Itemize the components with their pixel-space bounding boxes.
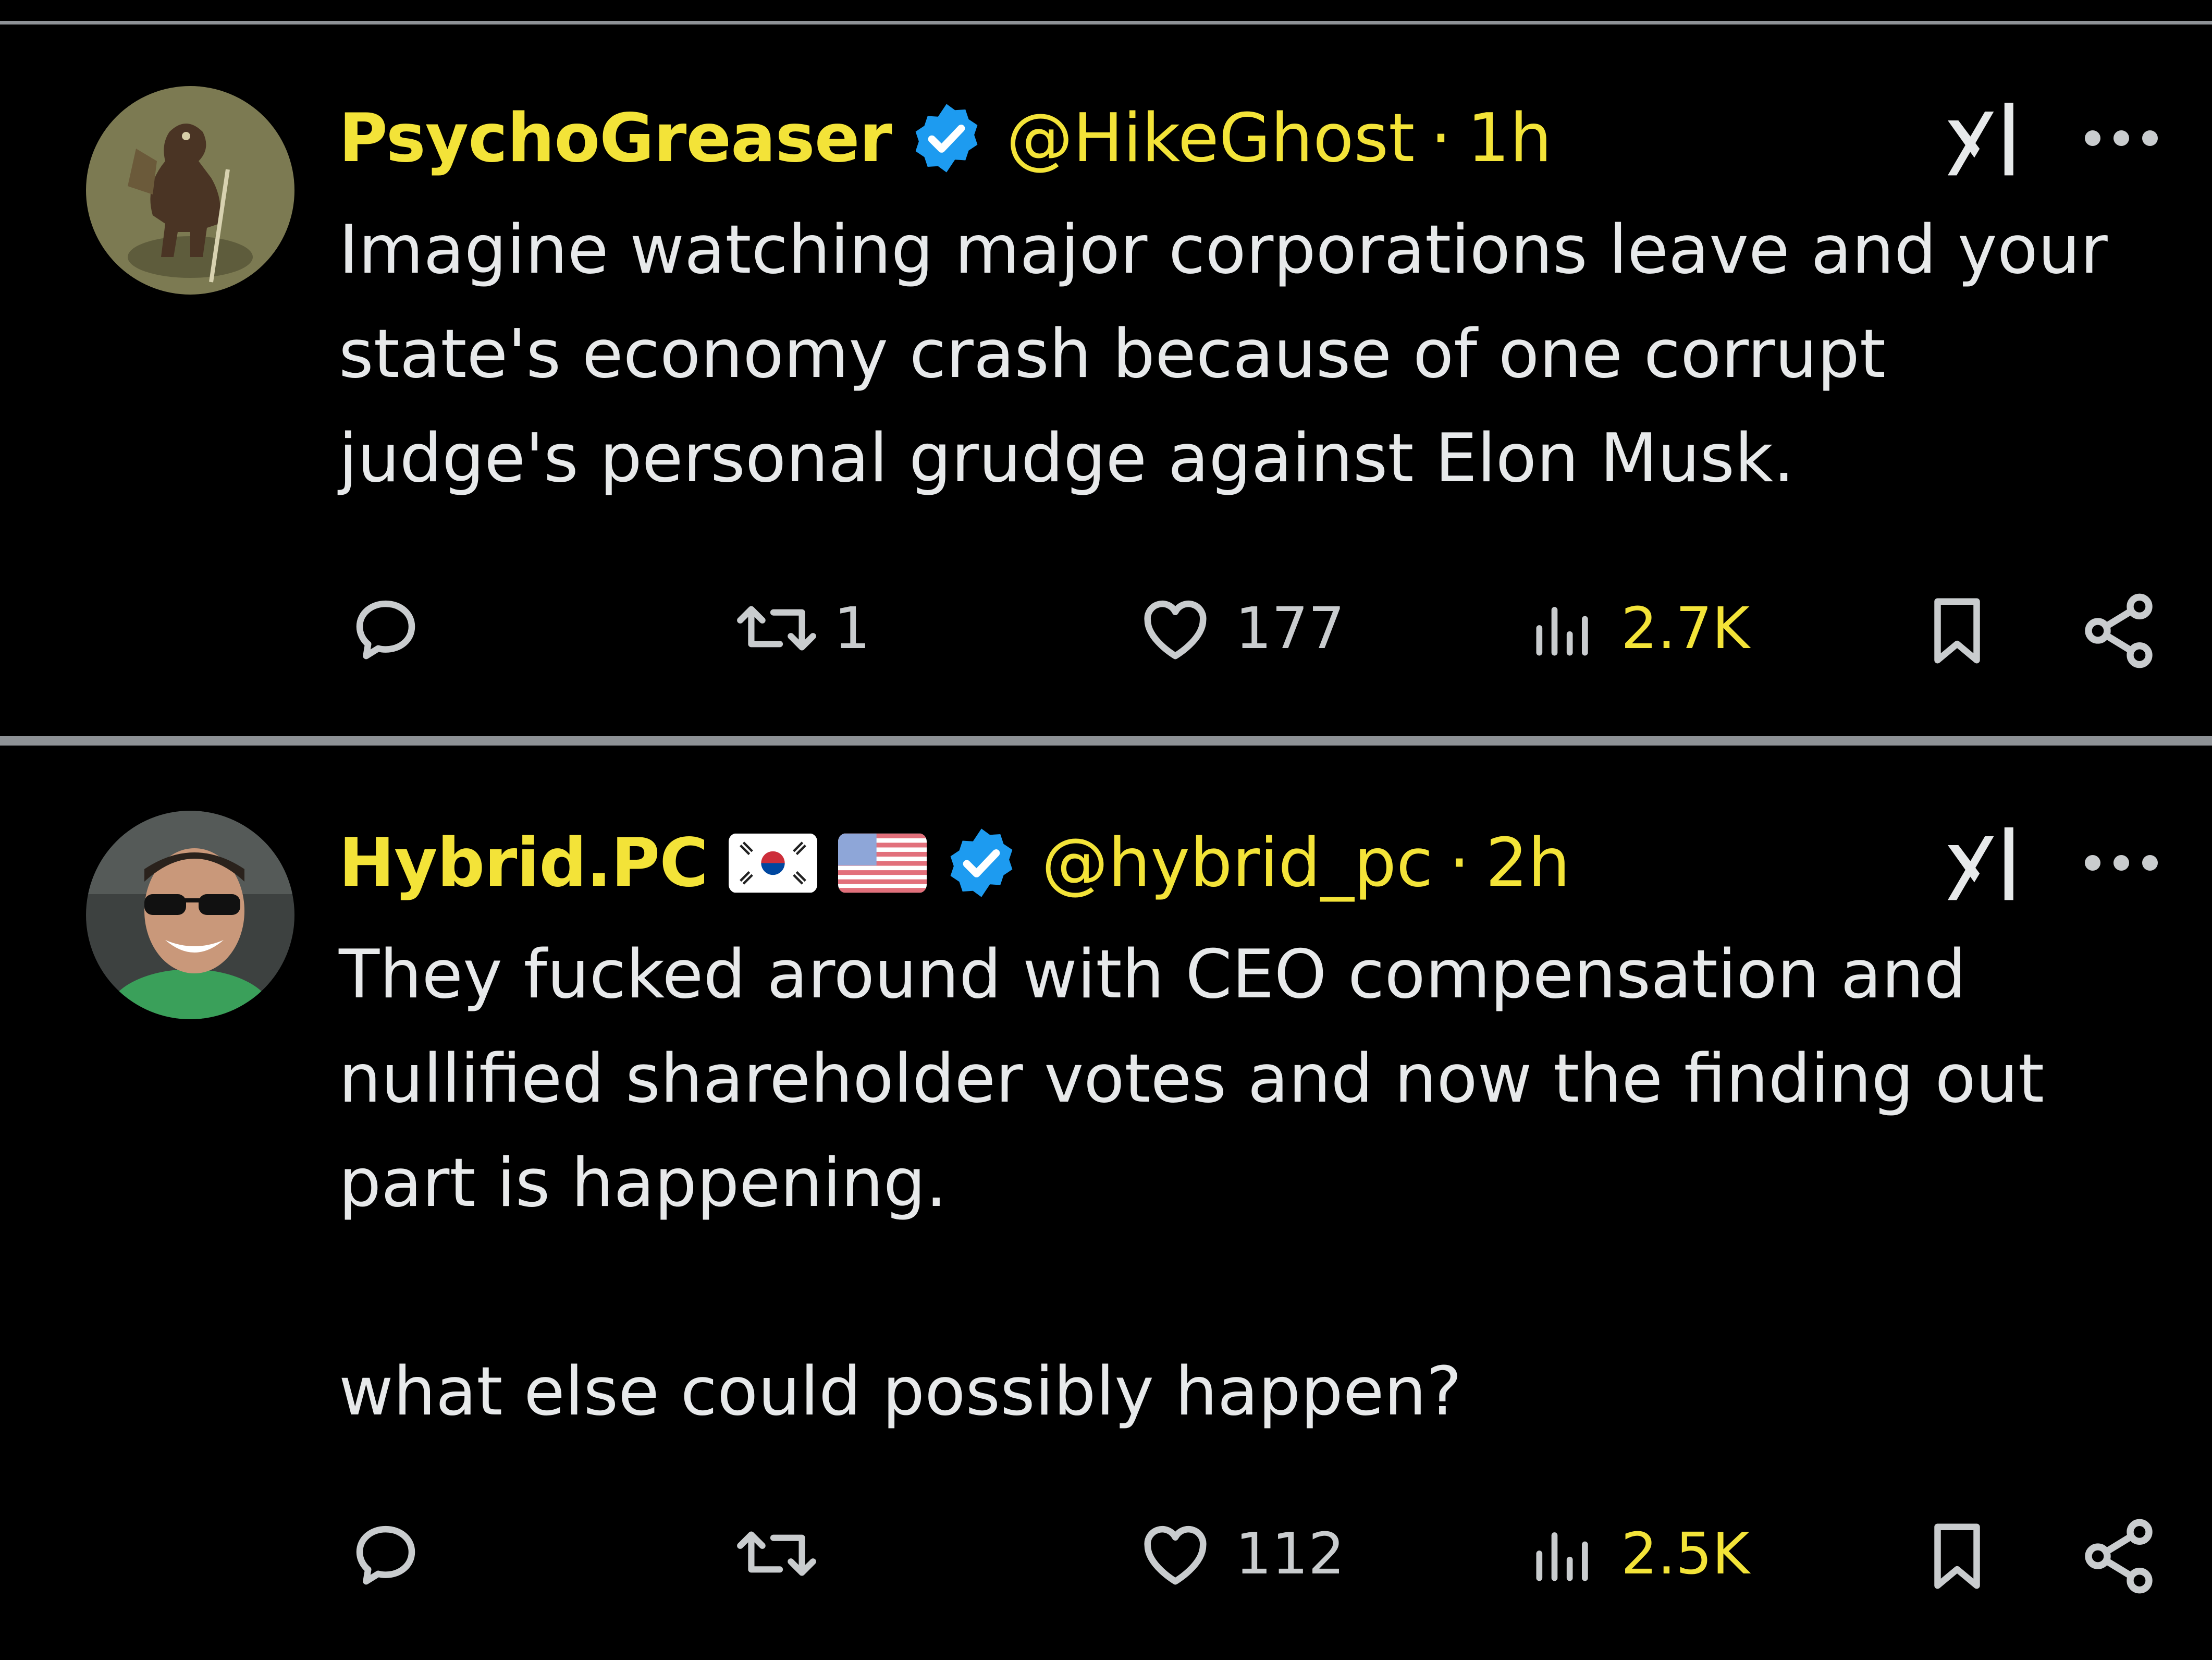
- grok-icon[interactable]: [1939, 819, 2027, 907]
- like-button[interactable]: 112: [1136, 1515, 1345, 1593]
- views-icon: [1536, 607, 1588, 656]
- tweet-divider: [0, 736, 2212, 746]
- display-name[interactable]: PsychoGreaser: [339, 100, 892, 177]
- reply-button[interactable]: [347, 1515, 446, 1593]
- man-with-sunglasses-avatar-icon: [86, 811, 294, 1019]
- share-icon: [2085, 1519, 2153, 1594]
- share-button[interactable]: [2077, 589, 2160, 673]
- like-icon: [1144, 600, 1207, 660]
- retweet-icon: [737, 606, 816, 651]
- bookmark-icon: [1934, 1523, 1980, 1589]
- verified-icon[interactable]: [942, 824, 1021, 902]
- verified-icon[interactable]: [907, 99, 986, 177]
- bigfoot-hiker-avatar-icon: [86, 86, 294, 295]
- avatar[interactable]: [86, 811, 294, 1019]
- share-icon: [2085, 593, 2153, 668]
- tweet-text: They fucked around with CEO compensation…: [339, 936, 2045, 1431]
- like-count: 112: [1235, 1520, 1345, 1587]
- display-name[interactable]: Hybrid.PC: [339, 824, 708, 902]
- retweet-button[interactable]: [732, 1515, 834, 1593]
- tweet-2[interactable]: Hybrid.PC @hybrid_pc · 2h They fucked ar…: [0, 746, 2212, 1660]
- bookmark-button[interactable]: [1918, 589, 1996, 673]
- share-button[interactable]: [2077, 1515, 2160, 1598]
- separator: ·: [1430, 99, 1452, 177]
- tweet-text: Imagine watching major corporations leav…: [339, 211, 2108, 497]
- tweet-1[interactable]: PsychoGreaser @HikeGhost · 1h Imagine wa…: [0, 0, 2212, 740]
- timestamp[interactable]: 2h: [1485, 824, 1570, 902]
- like-icon: [1144, 1525, 1207, 1585]
- like-button[interactable]: 177: [1136, 589, 1345, 667]
- reply-button[interactable]: [347, 589, 446, 667]
- view-count: 2.7K: [1621, 595, 1750, 662]
- avatar[interactable]: [86, 86, 294, 295]
- tweet-header: PsychoGreaser @HikeGhost · 1h: [339, 86, 1552, 190]
- reply-icon: [356, 600, 415, 660]
- like-count: 177: [1235, 595, 1345, 662]
- timestamp[interactable]: 1h: [1467, 100, 1552, 177]
- south-korea-flag-icon: [729, 833, 818, 893]
- separator: ·: [1448, 824, 1470, 902]
- bookmark-icon: [1934, 598, 1980, 664]
- retweet-icon: [737, 1531, 816, 1576]
- usa-flag-icon: [838, 833, 927, 893]
- grok-icon[interactable]: [1939, 94, 2027, 182]
- views-button[interactable]: 2.5K: [1527, 1515, 1750, 1593]
- views-icon: [1536, 1532, 1588, 1581]
- tweet-header: Hybrid.PC @hybrid_pc · 2h: [339, 811, 1570, 915]
- more-icon[interactable]: [2082, 123, 2160, 154]
- retweet-button[interactable]: 1: [732, 589, 870, 667]
- handle[interactable]: @hybrid_pc: [1041, 824, 1433, 902]
- retweet-count: 1: [834, 595, 870, 662]
- reply-icon: [356, 1525, 415, 1585]
- views-button[interactable]: 2.7K: [1527, 589, 1750, 667]
- bookmark-button[interactable]: [1918, 1515, 1996, 1598]
- view-count: 2.5K: [1621, 1520, 1750, 1587]
- handle[interactable]: @HikeGhost: [1006, 100, 1415, 177]
- more-icon[interactable]: [2082, 847, 2160, 878]
